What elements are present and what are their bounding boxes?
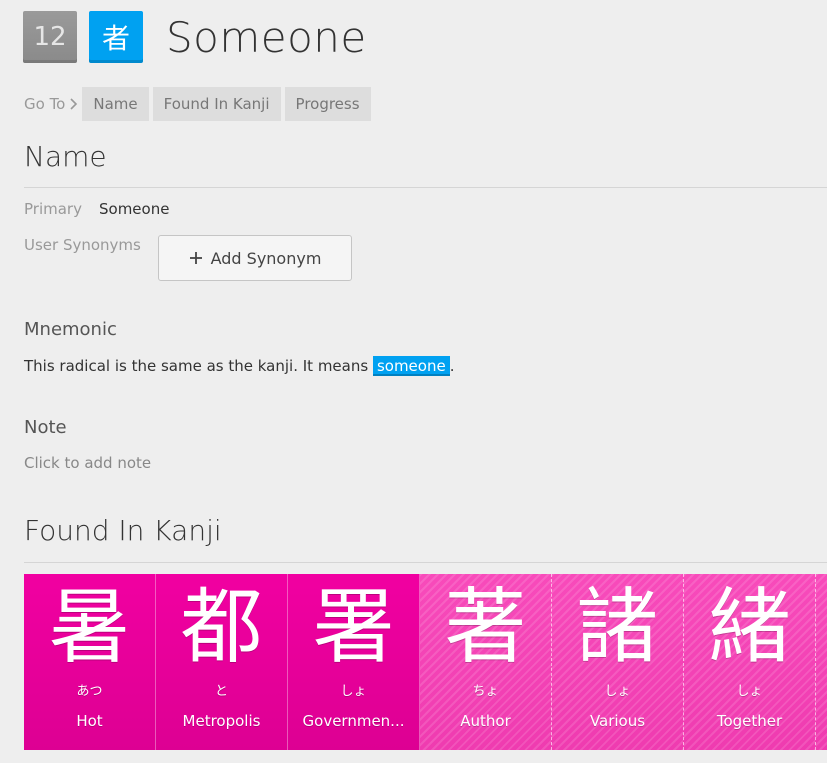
name-section-title: Name [24,140,107,173]
kanji-reading: しょ [604,684,631,699]
kanji-card[interactable]: 諸 しょ Various [552,574,684,750]
kanji-character: 諸 [576,580,659,675]
kanji-meaning: Governmen... [302,712,405,730]
kanji-meaning: Metropolis [182,712,261,730]
kanji-character: 著 [444,580,527,675]
kanji-reading: しょ [340,684,367,699]
kanji-reading: あつ [76,684,103,699]
name-section-divider [24,187,827,188]
user-synonyms-label: User Synonyms [24,236,141,254]
add-synonym-label: Add Synonym [210,248,322,268]
kanji-character: 都 [180,580,263,675]
goto-link-name[interactable]: Name [82,87,149,121]
found-in-kanji-divider [24,562,827,563]
primary-label: Primary [24,200,82,218]
goto-link-found-in-kanji[interactable]: Found In Kanji [152,87,281,121]
kanji-card[interactable]: 都 と Metropolis [156,574,288,750]
kanji-card[interactable]: 暑 あつ Hot [24,574,156,750]
note-title: Note [24,417,67,438]
mnemonic-text-before: This radical is the same as the kanji. I… [24,357,373,375]
note-editor[interactable]: Click to add note [24,454,151,472]
kanji-reading: しょ [736,684,763,699]
kanji-meaning: Hot [76,712,103,730]
primary-value: Someone [99,200,170,218]
kanji-meaning: Author [460,712,511,730]
page-header: 12 者 Someone [23,10,367,64]
add-synonym-button[interactable]: Add Synonym [158,235,352,281]
chevron-right-icon [69,97,78,111]
kanji-grid: 暑 あつ Hot 都 と Metropolis 署 しょ Governmen..… [24,574,827,750]
radical-page: 12 者 Someone Go To Name Found In Kanji P… [0,0,827,763]
level-badge[interactable]: 12 [23,11,77,63]
mnemonic-highlight: someone [372,356,450,376]
kanji-card[interactable]: 緒 しょ Together [684,574,816,750]
goto-label: Go To [24,95,66,113]
goto-nav: Go To Name Found In Kanji Progress [24,87,375,121]
kanji-meaning: Various [589,712,646,730]
mnemonic-text: This radical is the same as the kanji. I… [24,356,455,376]
mnemonic-text-after: . [449,357,455,375]
kanji-character: 署 [312,580,395,675]
kanji-reading: ちょ [472,684,499,699]
kanji-card[interactable]: 署 しょ Governmen... [288,574,420,750]
kanji-card-partial[interactable] [816,574,827,750]
kanji-reading: と [214,684,228,699]
goto-link-progress[interactable]: Progress [284,87,371,121]
radical-character-badge: 者 [89,11,143,63]
kanji-character: 暑 [48,580,131,675]
kanji-card[interactable]: 著 ちょ Author [420,574,552,750]
kanji-meaning: Together [716,712,783,730]
plus-icon [189,251,203,265]
mnemonic-title: Mnemonic [24,319,117,340]
found-in-kanji-title: Found In Kanji [24,514,222,547]
kanji-character: 緒 [708,580,791,675]
page-title: Someone [166,12,367,62]
